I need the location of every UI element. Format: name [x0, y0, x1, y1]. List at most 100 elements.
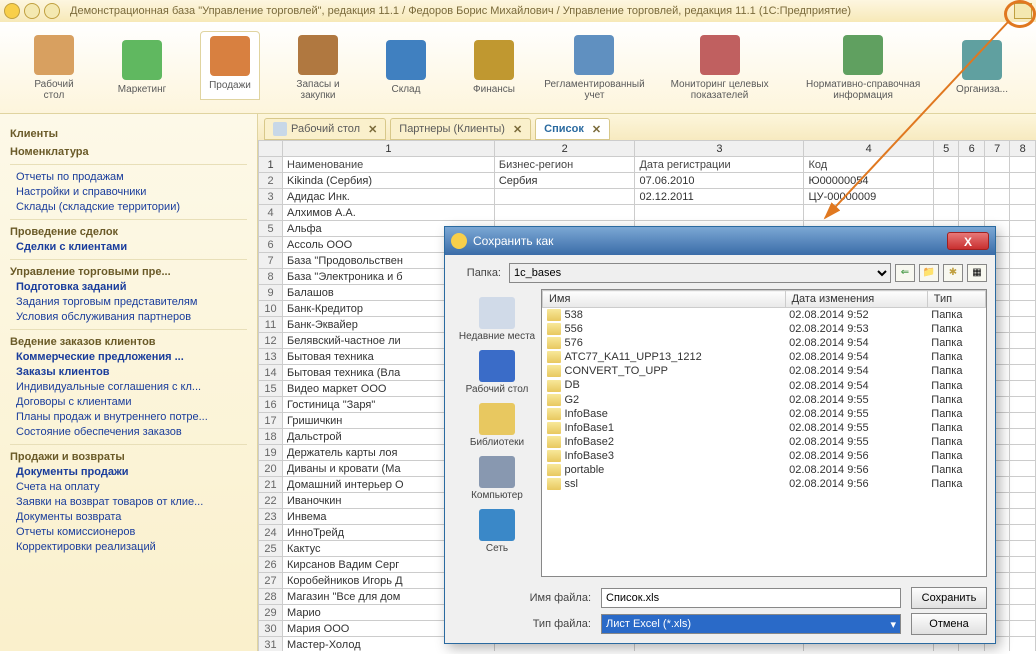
tab-close-icon[interactable]: ✕	[368, 123, 377, 136]
folder-icon	[547, 464, 561, 476]
grid-row[interactable]: 3Адидас Инк.02.12.2011ЦУ-00000009	[259, 189, 1036, 205]
filelist-name: G2	[543, 393, 786, 407]
sidebar-header: Продажи и возвраты	[10, 451, 247, 463]
grid-cell: Kikinda (Сербия)	[283, 173, 495, 189]
grid-col-header[interactable]: 7	[984, 141, 1010, 157]
toolbar-item[interactable]: Рабочий стол	[24, 35, 84, 101]
grid-row[interactable]: 2Kikinda (Сербия)Сербия07.06.2010Ю000000…	[259, 173, 1036, 189]
sidebar-link[interactable]: Заказы клиентов	[16, 366, 247, 378]
toolbar-label: Регламентированный учет	[544, 79, 644, 101]
filelist-row[interactable]: 53802.08.2014 9:52Папка	[543, 308, 986, 323]
tab-close-icon[interactable]: ✕	[513, 123, 522, 136]
toolbar-item[interactable]: Запасы и закупки	[288, 35, 348, 101]
filelist-row[interactable]: portable02.08.2014 9:56Папка	[543, 463, 986, 477]
place-item[interactable]: Рабочий стол	[466, 350, 529, 395]
toolbar-icon	[574, 35, 614, 75]
filetype-select[interactable]: Лист Excel (*.xls)▾	[601, 614, 901, 634]
filelist-col[interactable]: Дата изменения	[785, 291, 927, 308]
filelist-row[interactable]: InfoBase202.08.2014 9:55Папка	[543, 435, 986, 449]
toolbar-item[interactable]: Регламентированный учет	[552, 35, 637, 101]
tab[interactable]: Рабочий стол✕	[264, 118, 386, 140]
dropdown-icon[interactable]	[44, 3, 60, 19]
filelist-col[interactable]: Имя	[543, 291, 786, 308]
filelist-row[interactable]: CONVERT_TO_UPP02.08.2014 9:54Папка	[543, 364, 986, 378]
sidebar-link[interactable]: Состояние обеспечения заказов	[16, 426, 247, 438]
grid-col-header[interactable]: 6	[959, 141, 985, 157]
filelist-row[interactable]: InfoBase302.08.2014 9:56Папка	[543, 449, 986, 463]
tab[interactable]: Список✕	[535, 118, 610, 140]
toolbar-label: Рабочий стол	[24, 79, 84, 101]
grid-row[interactable]: 4Алхимов А.А.	[259, 205, 1036, 221]
sidebar-link[interactable]: Подготовка заданий	[16, 281, 247, 293]
grid-col-header[interactable]: 5	[933, 141, 959, 157]
sidebar-link[interactable]: Отчеты по продажам	[16, 171, 247, 183]
filelist-row[interactable]: ATC77_KA11_UPP13_121202.08.2014 9:54Папк…	[543, 350, 986, 364]
sidebar-link[interactable]: Договоры с клиентами	[16, 396, 247, 408]
place-item[interactable]: Компьютер	[471, 456, 523, 501]
sidebar-link[interactable]: Сделки с клиентами	[16, 241, 247, 253]
cancel-button[interactable]: Отмена	[911, 613, 987, 635]
folder-select[interactable]: 1c_bases	[509, 263, 891, 283]
grid-rownum: 28	[259, 589, 283, 605]
sidebar-link[interactable]: Коммерческие предложения ...	[16, 351, 247, 363]
sidebar-link[interactable]: Заявки на возврат товаров от клие...	[16, 496, 247, 508]
sidebar-link[interactable]: Корректировки реализаций	[16, 541, 247, 553]
sidebar-link[interactable]: Отчеты комиссионеров	[16, 526, 247, 538]
filelist-type: Папка	[927, 449, 985, 463]
toolbar-item[interactable]: Продажи	[200, 31, 260, 100]
toolbar-item[interactable]: Нормативно-справочная информация	[802, 35, 924, 101]
toolbar-label: Склад	[392, 84, 421, 95]
grid-rownum: 15	[259, 381, 283, 397]
filename-input[interactable]	[601, 588, 901, 608]
filelist-col[interactable]: Тип	[927, 291, 985, 308]
grid-col-header[interactable]: 1	[283, 141, 495, 157]
sidebar-link[interactable]: Задания торговым представителям	[16, 296, 247, 308]
grid-col-header[interactable]: 8	[1010, 141, 1036, 157]
nav-new-folder-button[interactable]: ✱	[943, 264, 963, 282]
filelist-row[interactable]: InfoBase02.08.2014 9:55Папка	[543, 407, 986, 421]
grid-rownum: 16	[259, 397, 283, 413]
tab[interactable]: Партнеры (Клиенты)✕	[390, 118, 531, 140]
sidebar-link[interactable]: Документы продажи	[16, 466, 247, 478]
sidebar-link[interactable]: Склады (складские территории)	[16, 201, 247, 213]
file-list[interactable]: ИмяДата измененияТип53802.08.2014 9:52Па…	[541, 289, 987, 577]
sidebar-link[interactable]: Условия обслуживания партнеров	[16, 311, 247, 323]
sidebar-link[interactable]: Планы продаж и внутреннего потре...	[16, 411, 247, 423]
toolbar-item[interactable]: Мониторинг целевых показателей	[665, 35, 774, 101]
grid-rownum: 26	[259, 557, 283, 573]
sidebar-link[interactable]: Индивидуальные соглашения с кл...	[16, 381, 247, 393]
grid-col-header[interactable]: 2	[494, 141, 635, 157]
dialog-close-button[interactable]: X	[947, 232, 989, 250]
filelist-row[interactable]: G202.08.2014 9:55Папка	[543, 393, 986, 407]
save-button[interactable]: Сохранить	[911, 587, 987, 609]
sidebar-link[interactable]: Документы возврата	[16, 511, 247, 523]
sidebar-link[interactable]: Счета на оплату	[16, 481, 247, 493]
filelist-date: 02.08.2014 9:55	[785, 407, 927, 421]
nav-back-button[interactable]: ⇐	[895, 264, 915, 282]
toolbar-item[interactable]: Маркетинг	[112, 40, 172, 95]
place-item[interactable]: Библиотеки	[470, 403, 524, 448]
nav-view-button[interactable]: ▦	[967, 264, 987, 282]
sidebar-link[interactable]: Настройки и справочники	[16, 186, 247, 198]
app-icon[interactable]	[4, 3, 20, 19]
grid-col-header[interactable]	[259, 141, 283, 157]
filelist-date: 02.08.2014 9:54	[785, 364, 927, 378]
folder-icon	[547, 351, 561, 363]
nav-up-button[interactable]: 📁	[919, 264, 939, 282]
grid-col-header[interactable]: 4	[804, 141, 933, 157]
filelist-row[interactable]: InfoBase102.08.2014 9:55Папка	[543, 421, 986, 435]
grid-col-header[interactable]: 3	[635, 141, 804, 157]
filelist-row[interactable]: 55602.08.2014 9:53Папка	[543, 322, 986, 336]
place-item[interactable]: Сеть	[479, 509, 515, 554]
toolbar-item[interactable]: Организа...	[952, 40, 1012, 95]
tab-close-icon[interactable]: ✕	[592, 123, 601, 136]
toolbar-item[interactable]: Финансы	[464, 40, 524, 95]
place-item[interactable]: Недавние места	[459, 297, 535, 342]
favorites-icon[interactable]	[24, 3, 40, 19]
filelist-row[interactable]: DB02.08.2014 9:54Папка	[543, 378, 986, 392]
filelist-row[interactable]: ssl02.08.2014 9:56Папка	[543, 477, 986, 491]
titlebar-right-button[interactable]	[1014, 3, 1032, 19]
toolbar-item[interactable]: Склад	[376, 40, 436, 95]
filelist-type: Папка	[927, 421, 985, 435]
filelist-row[interactable]: 57602.08.2014 9:54Папка	[543, 336, 986, 350]
